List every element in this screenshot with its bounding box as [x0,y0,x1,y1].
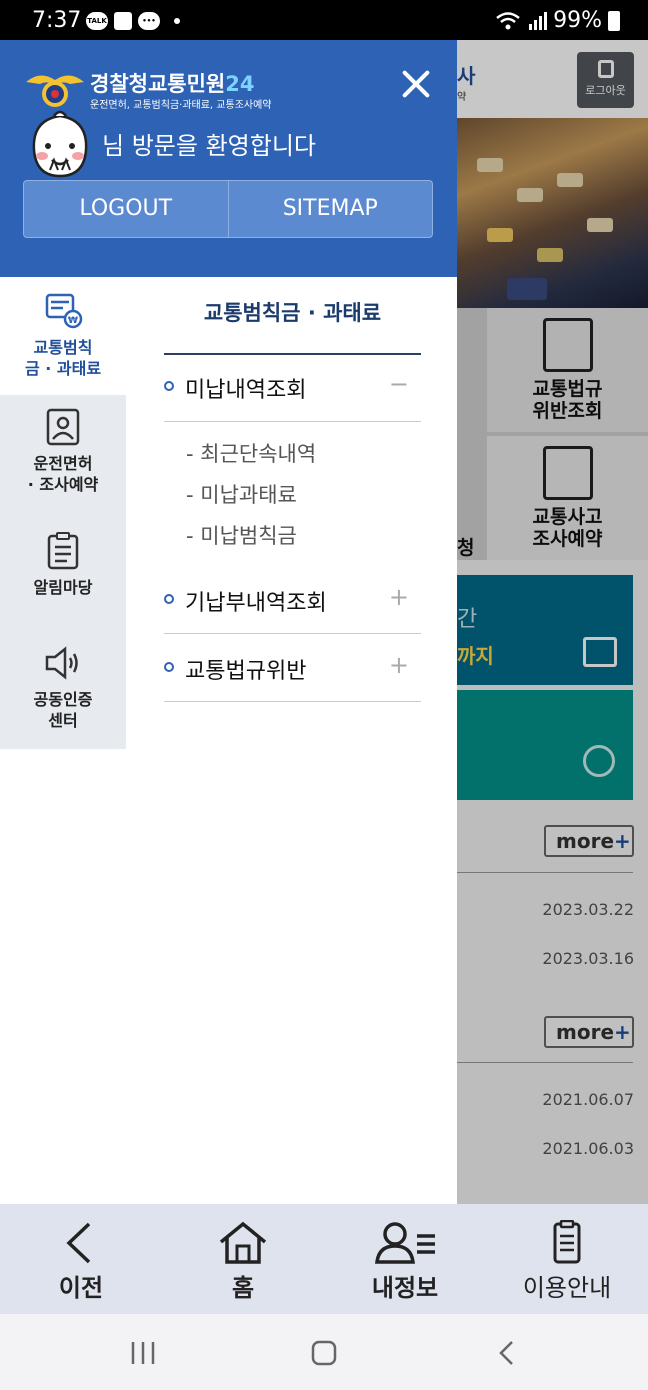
system-status: 99% [495,8,620,33]
collapse-icon[interactable]: − [389,370,409,398]
status-time: 7:37 [32,8,82,33]
app-logo-subtitle: 운전면허, 교통범칙금·과태료, 교통조사예약 [90,100,272,111]
drawer-header: 경찰청교통민원24 운전면허, 교통범칙금·과태료, 교통조사예약 님 방문을 … [0,40,457,277]
tab-prev[interactable]: 이전 [0,1204,162,1314]
logo-title-text: 경찰청교통민원 [90,72,226,96]
submenu-item-unpaid-history[interactable]: 미납내역조회 − [164,355,421,423]
submenu-title: 교통범칙금 · 과태료 [203,301,382,325]
bullet-icon [164,662,174,672]
navigation-drawer: 경찰청교통민원24 운전면허, 교통범칙금·과태료, 교통조사예약 님 방문을 … [0,40,457,1204]
back-arrow-icon [66,1222,91,1264]
divider [164,701,421,702]
submenu-item-label: 미납내역조회 [185,378,307,403]
account-buttons: LOGOUT SITEMAP [23,180,433,238]
bottom-tab-bar: 이전 홈 내정보 이용안내 [0,1204,648,1314]
status-bar: 7:37 TALK ••• 99% [0,0,648,40]
police-emblem-icon [26,75,84,107]
recent-apps-icon[interactable] [128,1340,158,1366]
category-traffic-fines[interactable]: ₩ 교통범칙 금 · 과태료 [0,277,126,395]
category-label-line1: 운전면허 [33,454,93,473]
system-navigation-bar [0,1314,648,1390]
category-label-line1: 공동인증 [33,690,93,709]
clipboard-icon [47,532,79,570]
tab-home-label: 홈 [231,1274,255,1302]
submenu-item-traffic-violation[interactable]: 교통법규위반 + [164,636,421,704]
chat-icon: ••• [138,12,160,30]
submenu-item-paid-history[interactable]: 기납부내역조회 + [164,568,421,636]
category-menu: ₩ 교통범칙 금 · 과태료 운전면허 · 조사예약 알림마당 공동인증 센터 [0,277,126,749]
sitemap-button[interactable]: SITEMAP [227,181,433,237]
home-icon [219,1221,267,1264]
category-label-line2: · 조사예약 [27,475,99,494]
home-nav-icon[interactable] [309,1340,339,1366]
clipboard-guide-icon [553,1220,581,1264]
expand-icon[interactable]: + [389,583,409,611]
bullet-icon [164,594,174,604]
speaker-icon [45,646,78,680]
tab-guide-label: 이용안내 [522,1274,612,1302]
more-notifications-dot [174,18,180,24]
category-label-line2: 금 · 과태료 [24,359,102,378]
avatar [32,110,88,178]
expand-icon[interactable]: + [389,651,409,679]
signal-icon [529,11,548,30]
tab-prev-label: 이전 [58,1274,104,1302]
tab-home[interactable]: 홈 [162,1204,324,1314]
welcome-message: 님 방문을 환영합니다 [102,132,316,160]
bullet-icon [164,381,174,391]
logout-button[interactable]: LOGOUT [24,181,228,237]
submenu-link-unpaid-fine[interactable]: - 미납범칙금 [186,520,297,550]
close-icon[interactable] [398,66,434,102]
user-info-icon [375,1222,435,1264]
submenu-item-label: 기납부내역조회 [185,591,327,616]
tab-my-info-label: 내정보 [371,1274,439,1302]
battery-icon [608,10,620,31]
talk-icon: TALK [86,12,108,30]
wifi-icon [496,11,520,29]
category-notices[interactable]: 알림마당 [0,513,126,623]
fine-card-icon: ₩ [45,293,83,329]
tab-my-info[interactable]: 내정보 [324,1204,486,1314]
battery-percent: 99% [553,8,602,33]
tab-guide[interactable]: 이용안내 [486,1204,648,1314]
back-nav-icon[interactable] [492,1340,522,1366]
category-license-reservation[interactable]: 운전면허 · 조사예약 [0,395,126,513]
category-label-line1: 알림마당 [33,578,93,597]
notification-icons: TALK ••• [86,12,180,30]
license-icon [46,408,80,446]
image-icon [114,12,132,30]
submenu-link-recent-enforcement[interactable]: - 최근단속내역 [186,438,316,468]
svg-text:₩: ₩ [68,316,78,326]
category-label-line1: 교통범칙 [33,338,93,357]
logo-title-number: 24 [225,72,255,96]
divider [164,633,421,634]
submenu-link-unpaid-penalty[interactable]: - 미납과태료 [186,479,297,509]
category-certificate-center[interactable]: 공동인증 센터 [0,623,126,749]
category-label-line2: 센터 [48,711,78,730]
app-logo-title: 경찰청교통민원24 [90,68,254,98]
drawer-scrim[interactable] [457,40,648,1204]
submenu-item-label: 교통법규위반 [185,659,307,684]
divider [164,421,421,422]
